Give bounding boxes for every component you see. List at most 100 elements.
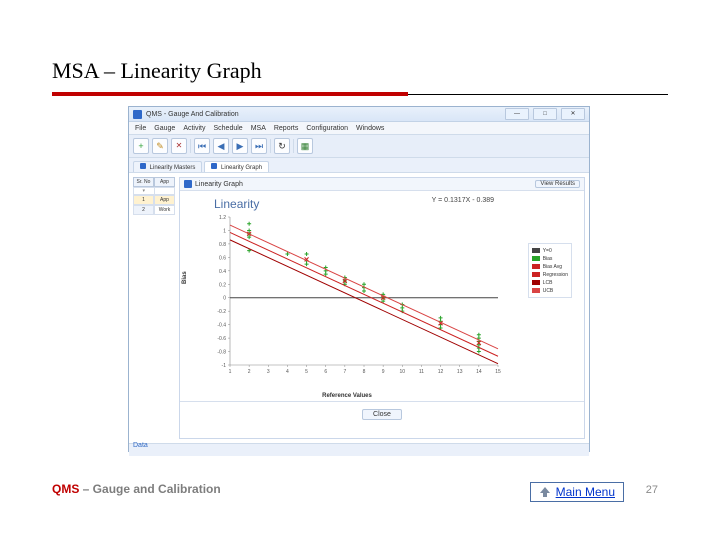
home-arrow-icon	[539, 486, 551, 498]
refresh-button[interactable]: ↻	[274, 138, 290, 154]
close-panel-button[interactable]: Close	[362, 409, 402, 420]
tab-icon	[211, 163, 217, 169]
svg-text:9: 9	[382, 369, 385, 375]
svg-text:0.2: 0.2	[219, 282, 226, 288]
toolbar-separator	[190, 139, 191, 153]
legend-label: Regression	[543, 272, 568, 278]
x-axis-label: Reference Values	[186, 393, 508, 399]
main-menu-button[interactable]: Main Menu	[530, 482, 624, 502]
svg-text:5: 5	[305, 369, 308, 375]
delete-button[interactable]: ✕	[171, 138, 187, 154]
menu-configuration[interactable]: Configuration	[306, 125, 348, 132]
svg-text:0: 0	[223, 296, 226, 302]
panel-title: Linearity Graph	[195, 181, 243, 188]
legend-label: Y=0	[543, 248, 552, 254]
status-label: Data	[133, 442, 148, 449]
grid-row[interactable]: 1App	[133, 195, 175, 205]
svg-text:-0.6: -0.6	[217, 336, 226, 342]
svg-text:0.4: 0.4	[219, 269, 226, 275]
svg-text:2: 2	[248, 369, 251, 375]
page-number: 27	[646, 484, 658, 496]
svg-text:13: 13	[457, 369, 463, 375]
add-button[interactable]: +	[133, 138, 149, 154]
legend-swatch	[532, 264, 540, 269]
legend-swatch	[532, 272, 540, 277]
main-menu-link[interactable]: Main Menu	[556, 485, 615, 499]
menu-gauge[interactable]: Gauge	[154, 125, 175, 132]
legend-label: LCB	[543, 280, 553, 286]
tab-linearity-graph[interactable]: Linearity Graph	[204, 161, 269, 172]
legend-label: Bias Avg	[543, 264, 562, 270]
close-window-button[interactable]: ✕	[561, 108, 585, 120]
legend-item: Bias	[532, 255, 568, 262]
tab-linearity-masters[interactable]: Linearity Masters	[133, 161, 202, 172]
plot: Bias -1-0.8-0.6-0.4-0.200.20.40.60.811.2…	[186, 213, 578, 399]
svg-text:3: 3	[267, 369, 270, 375]
grid-header-cell: App	[154, 177, 175, 187]
svg-text:1: 1	[229, 369, 232, 375]
svg-text:10: 10	[400, 369, 406, 375]
tab-label: Linearity Masters	[150, 165, 196, 171]
legend-item: Bias Avg	[532, 263, 568, 270]
svg-text:-0.4: -0.4	[217, 323, 226, 329]
footer-brand: QMS	[52, 482, 79, 496]
legend-swatch	[532, 256, 540, 261]
view-results-button[interactable]: View Results	[535, 180, 580, 188]
svg-text:1.2: 1.2	[219, 215, 226, 221]
footer-sub: – Gauge and Calibration	[79, 482, 220, 496]
legend-swatch	[532, 280, 540, 285]
panel-icon	[184, 180, 192, 188]
svg-text:-0.2: -0.2	[217, 309, 226, 315]
legend-swatch	[532, 288, 540, 293]
title-rule-thin	[408, 94, 668, 95]
app-screenshot: QMS - Gauge And Calibration — □ ✕ File G…	[128, 106, 590, 452]
toolbar-separator	[270, 139, 271, 153]
menu-activity[interactable]: Activity	[183, 125, 205, 132]
panel-footer: Close	[180, 401, 584, 426]
svg-text:1: 1	[223, 228, 226, 234]
svg-text:-1: -1	[222, 363, 227, 369]
chart-svg: -1-0.8-0.6-0.4-0.200.20.40.60.811.212345…	[204, 213, 504, 383]
menu-windows[interactable]: Windows	[356, 125, 384, 132]
svg-text:14: 14	[476, 369, 482, 375]
toolbar: + ✎ ✕ ⏮ ◀ ▶ ⏭ ↻ ▦	[129, 135, 589, 158]
prev-button[interactable]: ◀	[213, 138, 229, 154]
grid-header: Sr. No App	[133, 177, 175, 187]
grid-header-cell: Sr. No	[133, 177, 154, 187]
svg-text:12: 12	[438, 369, 444, 375]
legend-item: Y=0	[532, 247, 568, 254]
left-grid: Sr. No App ▾ 1App 2Work	[133, 177, 175, 215]
svg-text:7: 7	[343, 369, 346, 375]
menu-msa[interactable]: MSA	[251, 125, 266, 132]
minimize-button[interactable]: —	[505, 108, 529, 120]
legend-item: Regression	[532, 271, 568, 278]
svg-text:15: 15	[495, 369, 501, 375]
svg-text:0.6: 0.6	[219, 255, 226, 261]
maximize-button[interactable]: □	[533, 108, 557, 120]
app-icon	[133, 110, 142, 119]
menu-file[interactable]: File	[135, 125, 146, 132]
graph-panel: Linearity Graph View Results Linearity Y…	[179, 177, 585, 439]
y-axis-label: Bias	[182, 271, 188, 284]
svg-text:4: 4	[286, 369, 289, 375]
first-button[interactable]: ⏮	[194, 138, 210, 154]
edit-button[interactable]: ✎	[152, 138, 168, 154]
last-button[interactable]: ⏭	[251, 138, 267, 154]
grid-row[interactable]: 2Work	[133, 205, 175, 215]
calendar-button[interactable]: ▦	[297, 138, 313, 154]
svg-text:0.8: 0.8	[219, 242, 226, 248]
svg-text:6: 6	[324, 369, 327, 375]
menu-reports[interactable]: Reports	[274, 125, 299, 132]
toolbar-separator	[293, 139, 294, 153]
menu-schedule[interactable]: Schedule	[213, 125, 242, 132]
legend: Y=0Bias Bias Avg Regression LCBUCB	[528, 243, 572, 298]
panel-titlebar: Linearity Graph View Results	[180, 178, 584, 191]
legend-item: UCB	[532, 287, 568, 294]
title-rule	[52, 92, 408, 96]
next-button[interactable]: ▶	[232, 138, 248, 154]
statusbar	[129, 444, 589, 456]
tab-icon	[140, 163, 146, 169]
svg-text:8: 8	[363, 369, 366, 375]
window-titlebar: QMS - Gauge And Calibration — □ ✕	[129, 107, 589, 122]
slide-title: MSA – Linearity Graph	[52, 58, 262, 84]
